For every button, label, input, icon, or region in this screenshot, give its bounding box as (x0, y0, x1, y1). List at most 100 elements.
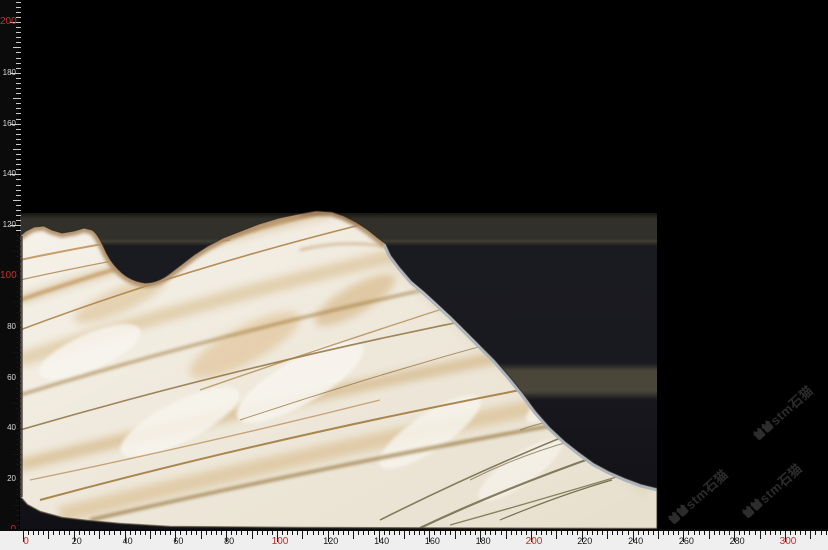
h-ruler-tick (404, 531, 405, 539)
h-ruler-tick (201, 531, 202, 539)
v-ruler-tick (16, 342, 21, 343)
h-ruler-tick (333, 531, 334, 535)
h-ruler-tick (572, 531, 573, 535)
h-ruler-tick (653, 531, 654, 535)
v-ruler-tick (16, 220, 21, 221)
v-ruler-tick (16, 413, 21, 414)
h-ruler-tick (790, 531, 791, 535)
h-ruler-tick (536, 531, 537, 535)
marble-slab-image[interactable] (0, 0, 828, 550)
h-ruler-tick (475, 531, 476, 535)
h-ruler-tick (815, 531, 816, 535)
v-ruler-tick (16, 291, 21, 292)
h-ruler-tick (648, 531, 649, 535)
h-ruler-tick (282, 531, 283, 535)
h-ruler-tick (424, 531, 425, 535)
v-ruler-tick (16, 312, 21, 313)
v-ruler-tick (16, 525, 21, 526)
h-ruler-tick (318, 531, 319, 535)
v-ruler-tick (16, 515, 21, 516)
h-ruler-tick (292, 531, 293, 535)
v-ruler-tick (16, 357, 21, 358)
h-ruler-tick (109, 531, 110, 535)
v-ruler-label: 160 (0, 119, 16, 129)
h-ruler-tick (211, 531, 212, 535)
h-ruler-label: 300 (780, 536, 797, 547)
h-ruler-tick (69, 531, 70, 535)
v-ruler-tick (16, 103, 21, 104)
v-ruler-tick (16, 494, 21, 495)
h-ruler-tick (165, 531, 166, 535)
v-ruler-tick (16, 261, 21, 262)
h-ruler-tick (516, 531, 517, 535)
v-ruler-tick (16, 256, 21, 257)
h-ruler-tick (795, 531, 796, 535)
h-ruler-label: 200 (526, 536, 543, 547)
h-ruler-tick (307, 531, 308, 535)
v-ruler-tick (16, 373, 21, 374)
h-ruler-tick (79, 531, 80, 535)
h-ruler-tick (521, 531, 522, 535)
h-ruler-tick (409, 531, 410, 535)
h-ruler-tick (800, 531, 801, 535)
v-ruler-tick (16, 230, 21, 231)
h-ruler-tick (28, 531, 29, 535)
v-ruler-tick (16, 154, 21, 155)
v-ruler-tick (16, 474, 21, 475)
h-ruler-tick (739, 531, 740, 535)
h-ruler-tick (94, 531, 95, 535)
v-ruler-tick (16, 281, 21, 282)
h-ruler-tick (348, 531, 349, 535)
h-ruler-tick (810, 531, 811, 539)
h-ruler-tick (501, 531, 502, 535)
h-ruler-tick (399, 531, 400, 535)
v-ruler-tick (16, 215, 21, 216)
h-ruler-tick (363, 531, 364, 535)
v-ruler-tick (16, 12, 21, 13)
v-ruler-label: 140 (0, 169, 16, 179)
v-ruler-tick (16, 520, 21, 521)
v-ruler-tick (16, 164, 21, 165)
h-ruler-tick (724, 531, 725, 535)
h-ruler-tick (414, 531, 415, 535)
h-ruler-tick (460, 531, 461, 535)
h-ruler-tick (638, 531, 639, 535)
h-ruler-tick (302, 531, 303, 539)
h-ruler-tick (252, 531, 253, 539)
h-ruler-tick (770, 531, 771, 535)
h-ruler-tick (597, 531, 598, 535)
h-ruler-tick (196, 531, 197, 535)
v-ruler-tick (13, 403, 21, 404)
h-ruler-tick (216, 531, 217, 535)
h-ruler-tick (53, 531, 54, 535)
h-ruler-tick (673, 531, 674, 535)
h-ruler-tick (257, 531, 258, 535)
h-ruler-tick (607, 531, 608, 539)
h-ruler-label: 160 (425, 536, 440, 546)
v-ruler-label: 60 (0, 373, 16, 383)
v-ruler-tick (16, 367, 21, 368)
v-ruler-tick (13, 454, 21, 455)
h-ruler-tick (38, 531, 39, 535)
h-ruler-tick (419, 531, 420, 535)
h-ruler-tick (120, 531, 121, 535)
v-ruler-tick (16, 195, 21, 196)
v-ruler-tick (16, 159, 21, 160)
v-ruler-tick (16, 383, 21, 384)
h-ruler-tick (602, 531, 603, 535)
h-ruler-tick (617, 531, 618, 535)
h-ruler-tick (495, 531, 496, 535)
v-ruler-tick (16, 42, 21, 43)
v-ruler-tick (16, 439, 21, 440)
v-ruler-tick (16, 190, 21, 191)
h-ruler-tick (241, 531, 242, 535)
h-ruler-tick (313, 531, 314, 535)
h-ruler-tick (668, 531, 669, 535)
h-ruler-tick (262, 531, 263, 535)
v-ruler-tick (16, 37, 21, 38)
v-ruler-tick (16, 78, 21, 79)
v-ruler-tick (13, 47, 21, 48)
h-ruler-tick (709, 531, 710, 539)
v-ruler-label: 100 (0, 271, 16, 281)
v-ruler-tick (16, 398, 21, 399)
